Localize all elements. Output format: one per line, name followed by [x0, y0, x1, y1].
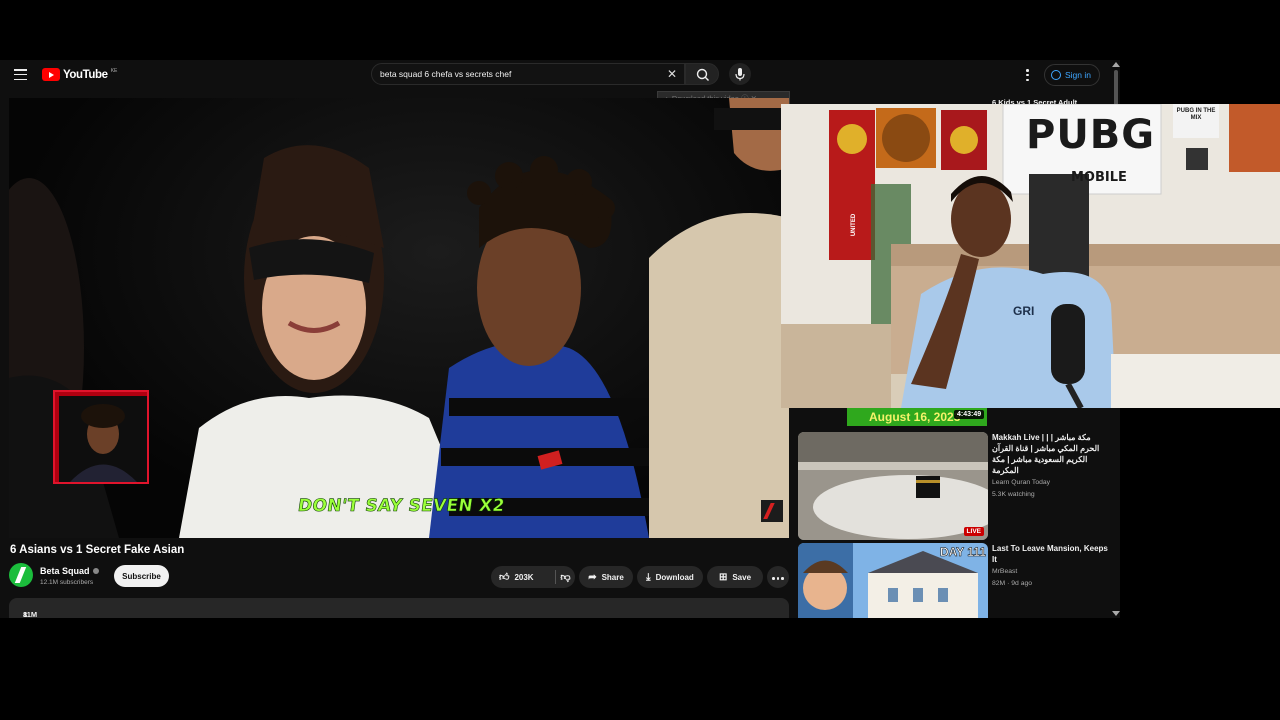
subscriber-count: 12.1M subscribers [40, 579, 94, 586]
pubg-poster-text: PUBG [1026, 112, 1156, 158]
save-playlist-icon: ⊞ [718, 571, 728, 583]
recommendation-channel: Learn Quran Today [992, 479, 1051, 486]
scroll-down-arrow-icon[interactable] [1112, 611, 1120, 616]
more-icon [771, 573, 785, 582]
search-input[interactable]: beta squad 6 chefa vs secrets chef ✕ [371, 63, 685, 85]
inset-portrait [59, 396, 147, 482]
account-icon [1051, 70, 1061, 80]
search-button[interactable] [685, 63, 719, 85]
download-icon: ⤓ [646, 571, 651, 583]
right-poster-text: PUBG IN THE MIX [1176, 108, 1216, 121]
share-label: Share [601, 572, 624, 582]
description-box[interactable]: 11M views 8 months ago [9, 598, 789, 618]
recommendation-thumbnail[interactable]: DAY 111 [798, 543, 988, 618]
pubg-poster-subtext: MOBILE [1071, 170, 1127, 185]
recommendation-channel: MrBeast [992, 568, 1018, 575]
thumbs-up-icon: 👍︎ [499, 572, 510, 583]
menu-icon[interactable] [14, 69, 27, 80]
recommendation-stats: 82M · 9d ago [992, 580, 1033, 587]
share-button[interactable]: ➦ Share [579, 566, 633, 588]
search-icon [696, 68, 709, 81]
like-button[interactable]: 👍︎ 203K [491, 571, 555, 583]
streamer-webcam-overlay: PUBG MOBILE UNITED PUBG IN THE MIX GRI A… [781, 104, 1280, 408]
recommendation-meta: Makkah Live | | مكة مباشر | الحرم المكي … [992, 432, 1110, 500]
live-badge: LIVE [963, 527, 984, 536]
like-dislike-group: 👍︎ 203K 👎︎ [491, 566, 575, 588]
thumbnail-day-text: DAY 111 [939, 545, 987, 560]
dislike-button[interactable]: 👎︎ [556, 571, 575, 583]
recommendation-duration: 4:43:49 [954, 410, 985, 419]
scroll-up-arrow-icon[interactable] [1112, 62, 1120, 67]
subscribe-button[interactable]: Subscribe [114, 565, 169, 587]
webcam-inset-thumbnail [53, 390, 149, 484]
sign-in-label: Sign in [1065, 70, 1091, 80]
share-icon: ➦ [588, 571, 597, 583]
verified-icon [92, 568, 99, 574]
channel-avatar[interactable] [9, 563, 33, 587]
microphone-icon [735, 68, 745, 81]
recommendation-title[interactable]: Makkah Live | | مكة مباشر | الحرم المكي … [992, 432, 1110, 476]
country-code: KE [110, 67, 118, 74]
recommendation-meta: Last To Leave Mansion, Keeps It MrBeast … [992, 543, 1110, 589]
date-banner-visible-text: August 16, 2023 [869, 410, 961, 424]
shirt-text: GRI [1013, 304, 1035, 318]
video-title: 6 Asians vs 1 Secret Fake Asian [10, 544, 185, 556]
channel-name[interactable]: Beta Squad [40, 566, 90, 576]
download-label: Download [655, 572, 694, 582]
thumbs-down-icon: 👎︎ [560, 572, 571, 583]
download-button[interactable]: ⤓ Download [637, 566, 703, 588]
clear-search-icon[interactable]: ✕ [667, 67, 677, 81]
recommendation-stats: 5.3K watching [992, 491, 1035, 498]
kaaba-thumbnail-art [798, 432, 988, 540]
save-label: Save [732, 572, 752, 582]
flag-text: UNITED [851, 213, 858, 237]
settings-menu-icon[interactable] [1026, 69, 1029, 81]
top-bar: YouTube KE beta squad 6 chefa vs secrets… [0, 60, 1120, 104]
more-actions-button[interactable] [767, 566, 789, 588]
recommendation-thumbnail[interactable]: LIVE [798, 432, 988, 540]
recommendation-title[interactable]: Last To Leave Mansion, Keeps It [992, 543, 1110, 565]
video-player[interactable]: DON'T SAY SEVEN X2 [9, 98, 789, 538]
channel-watermark-icon [761, 500, 783, 522]
voice-search-button[interactable] [729, 63, 751, 85]
like-count: 203K [514, 572, 534, 582]
upload-age: 8 months ago [23, 610, 28, 618]
logo-text: YouTube [63, 68, 108, 81]
save-button[interactable]: ⊞ Save [707, 566, 763, 588]
youtube-logo[interactable]: YouTube KE [42, 68, 117, 81]
search-query: beta squad 6 chefa vs secrets chef [380, 69, 512, 79]
video-caption: DON'T SAY SEVEN X2 [296, 496, 507, 517]
youtube-play-icon [42, 68, 60, 81]
sign-in-button[interactable]: Sign in [1044, 64, 1100, 86]
